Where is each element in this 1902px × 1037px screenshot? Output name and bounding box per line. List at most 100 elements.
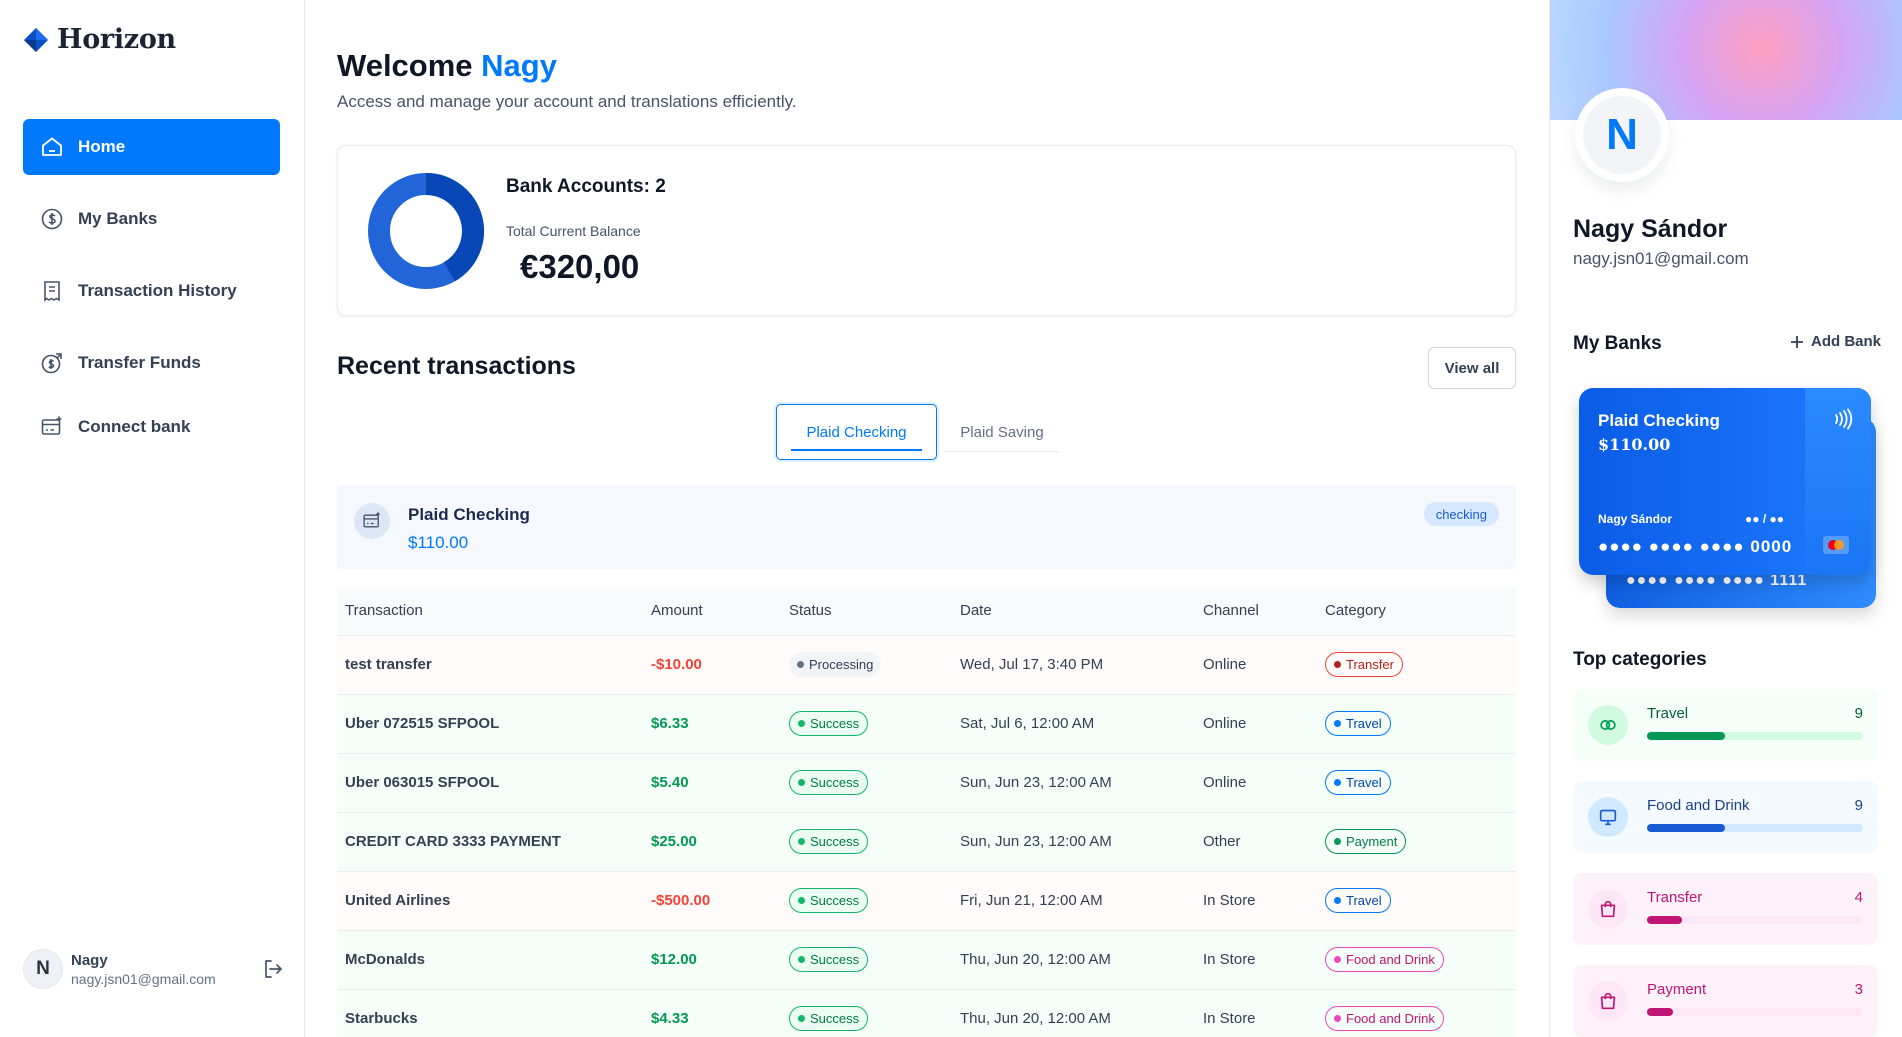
- profile-avatar: N: [1575, 88, 1669, 182]
- bank-card-primary[interactable]: Plaid Checking $110.00 Nagy Sándor ●● / …: [1579, 388, 1871, 575]
- category-progress: [1647, 1008, 1863, 1016]
- table-row[interactable]: test transfer -$10.00 Processing Wed, Jul 1…: [337, 635, 1516, 694]
- category-name: Food and Drink: [1647, 797, 1750, 814]
- status-badge: Processing: [789, 652, 882, 677]
- sidebar: Horizon Home My Banks Transaction Histor…: [0, 0, 305, 1037]
- sidebar-item-home[interactable]: Home: [23, 119, 280, 175]
- transaction-status-cell: Success: [781, 694, 952, 753]
- card-expiry: ●● / ●●: [1745, 512, 1784, 526]
- category-icon-wrap: [1588, 889, 1628, 929]
- status-dot: [798, 1015, 805, 1023]
- welcome-text: Welcome: [337, 48, 473, 83]
- contactless-icon: [1835, 408, 1853, 430]
- app-name: Horizon: [57, 24, 176, 55]
- transaction-category-cell: Payment: [1317, 812, 1516, 871]
- transaction-date: Wed, Jul 17, 3:40 PM: [960, 656, 1104, 673]
- category-progress: [1647, 732, 1863, 740]
- logo[interactable]: Horizon: [23, 24, 176, 55]
- logout-icon[interactable]: [261, 957, 285, 981]
- sidebar-item-label: Transaction History: [78, 281, 237, 300]
- category-card[interactable]: Transfer 4: [1573, 873, 1878, 945]
- category-text: Payment: [1346, 834, 1398, 849]
- sidebar-item-connect-bank[interactable]: Connect bank: [23, 399, 280, 455]
- category-badge: Food and Drink: [1325, 947, 1444, 972]
- category-progress-fill: [1647, 916, 1682, 924]
- category-badge: Travel: [1325, 770, 1391, 795]
- status-dot: [797, 661, 804, 668]
- transaction-name: McDonalds: [345, 951, 426, 968]
- mastercard-icon: [1823, 536, 1849, 554]
- status-dot: [798, 779, 805, 786]
- transaction-amount: $4.33: [651, 1010, 689, 1028]
- transaction-status-cell: Success: [781, 812, 952, 871]
- status-badge: Success: [789, 829, 869, 854]
- status-text: Success: [810, 952, 860, 967]
- profile-name: Nagy Sándor: [1573, 215, 1728, 243]
- category-progress: [1647, 824, 1863, 832]
- status-badge: Success: [789, 1006, 869, 1032]
- category-dot: [1334, 838, 1341, 845]
- main-content: Welcome Nagy Access and manage your acco…: [306, 0, 1548, 1037]
- balance-donut-chart: [368, 173, 484, 289]
- status-badge: Success: [789, 947, 869, 972]
- tab-plaid-checking[interactable]: Plaid Checking: [776, 404, 937, 460]
- transaction-date: Sun, Jun 23, 12:00 AM: [960, 833, 1112, 850]
- account-icon: [354, 503, 390, 539]
- status-text: Success: [810, 834, 860, 849]
- transaction-status-cell: Processing: [781, 635, 952, 694]
- category-text: Transfer: [1346, 657, 1394, 672]
- profile-email: nagy.jsn01@gmail.com: [1573, 249, 1749, 268]
- add-bank-button[interactable]: Add Bank: [1789, 333, 1881, 350]
- category-text: Travel: [1346, 893, 1382, 908]
- transaction-category-cell: Food and Drink: [1317, 930, 1516, 989]
- category-card[interactable]: Food and Drink 9: [1573, 781, 1878, 853]
- transaction-channel: Other: [1203, 833, 1241, 850]
- table-row[interactable]: Starbucks $4.33 Success Thu, Jun 20, 12:00 …: [337, 989, 1516, 1037]
- transaction-channel: In Store: [1203, 951, 1256, 968]
- transaction-amount: $12.00: [651, 951, 697, 968]
- sidebar-item-transaction-history[interactable]: Transaction History: [23, 263, 280, 319]
- transaction-name: Uber 063015 SFPOOL: [345, 774, 500, 791]
- sidebar-item-label: Home: [78, 137, 126, 156]
- donut-segment: [425, 173, 484, 282]
- category-dot: [1334, 779, 1341, 786]
- welcome-user-name: Nagy: [481, 48, 557, 83]
- top-categories-title: Top categories: [1573, 649, 1707, 670]
- sidebar-user: N Nagy nagy.jsn01@gmail.com: [23, 949, 285, 989]
- table-row[interactable]: Uber 072515 SFPOOL $6.33 Success Sat, Jul 6…: [337, 694, 1516, 753]
- transaction-date: Sat, Jul 6, 12:00 AM: [960, 715, 1095, 732]
- column-header: Category: [1325, 602, 1386, 620]
- sidebar-item-my-banks[interactable]: My Banks: [23, 191, 280, 247]
- page-title: Welcome Nagy: [337, 48, 557, 84]
- avatar: N: [23, 949, 63, 989]
- account-tabs: Plaid Checking Plaid Saving: [776, 404, 1059, 460]
- table-row[interactable]: Uber 063015 SFPOOL $5.40 Success Sun, Jun 2…: [337, 753, 1516, 812]
- category-dot: [1334, 720, 1341, 727]
- dollar-circle-icon: [41, 208, 63, 230]
- category-dot: [1334, 897, 1341, 904]
- table-row[interactable]: CREDIT CARD 3333 PAYMENT $25.00 Success Sun…: [337, 812, 1516, 871]
- transaction-name: Starbucks: [345, 1010, 418, 1028]
- category-card[interactable]: Travel 9: [1573, 689, 1878, 761]
- table-row[interactable]: McDonalds $12.00 Success Thu, Jun 20, 12:00…: [337, 930, 1516, 989]
- transaction-status-cell: Success: [781, 930, 952, 989]
- category-card[interactable]: Payment 3: [1573, 965, 1878, 1037]
- total-balance-label: Total Current Balance: [506, 223, 641, 239]
- view-all-button[interactable]: View all: [1428, 347, 1516, 389]
- column-header: Status: [789, 602, 832, 620]
- category-badge: Transfer: [1325, 652, 1403, 677]
- table-row[interactable]: United Airlines -$500.00 Success Fri, Jun 2…: [337, 871, 1516, 930]
- card-bank-name: Plaid Checking: [1598, 411, 1720, 430]
- tab-plaid-saving[interactable]: Plaid Saving: [945, 404, 1059, 460]
- shopping-bag-icon: [1600, 992, 1616, 1010]
- category-count: 9: [1854, 705, 1863, 722]
- status-text: Success: [810, 1011, 860, 1027]
- category-name: Transfer: [1647, 889, 1703, 906]
- category-icon-wrap: [1588, 705, 1628, 745]
- category-count: 9: [1854, 797, 1863, 814]
- home-icon: [42, 137, 62, 156]
- money-send-icon: [41, 353, 62, 374]
- category-progress: [1647, 916, 1863, 924]
- sidebar-item-label: Connect bank: [78, 417, 191, 436]
- sidebar-item-transfer-funds[interactable]: Transfer Funds: [23, 335, 280, 391]
